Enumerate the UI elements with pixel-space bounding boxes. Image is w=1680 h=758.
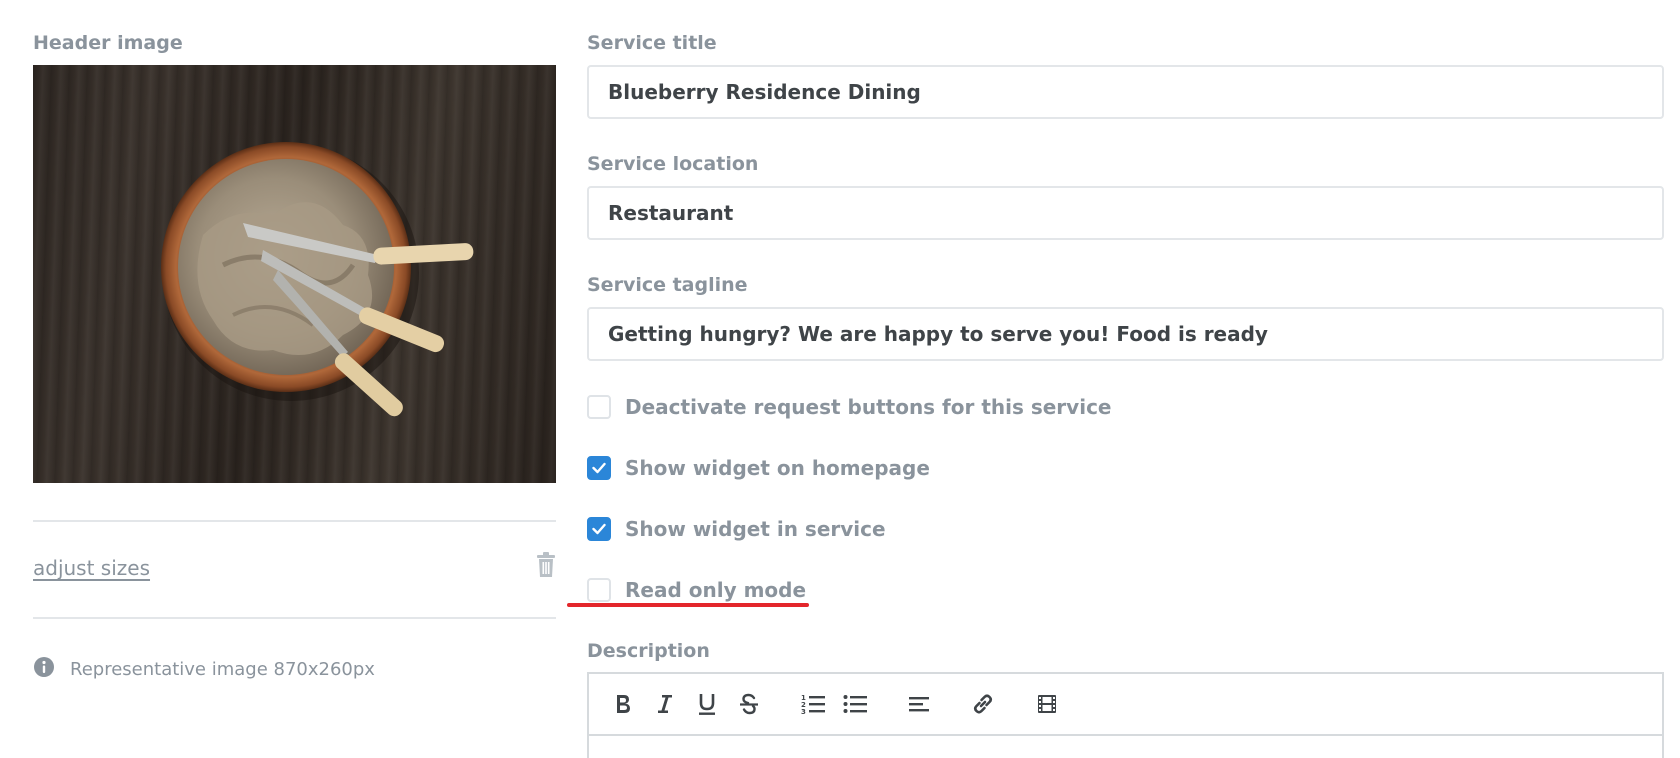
editor-toolbar: 123 [589, 674, 1662, 736]
align-left-icon[interactable] [905, 690, 933, 718]
show-widget-service-label: Show widget in service [625, 517, 886, 541]
service-location-input[interactable]: Restaurant [587, 186, 1664, 240]
service-form: Service title Blueberry Residence Dining… [567, 0, 1664, 758]
header-image-panel: Header image adjust sizes Representative… [33, 0, 556, 758]
show-widget-service-checkbox-row[interactable]: Show widget in service [587, 516, 886, 542]
svg-text:3: 3 [801, 708, 806, 715]
description-label: Description [587, 640, 710, 662]
deactivate-request-buttons-label: Deactivate request buttons for this serv… [625, 395, 1112, 419]
image-size-hint: Representative image 870x260px [70, 659, 375, 680]
strikethrough-icon[interactable] [735, 690, 763, 718]
show-widget-homepage-checkbox-row[interactable]: Show widget on homepage [587, 455, 930, 481]
bullet-list-icon[interactable] [841, 690, 869, 718]
video-icon[interactable] [1033, 690, 1061, 718]
read-only-mode-checkbox-row[interactable]: Read only mode [587, 577, 806, 603]
underline-icon[interactable] [693, 690, 721, 718]
header-image-label: Header image [33, 32, 183, 54]
bold-icon[interactable] [609, 690, 637, 718]
read-only-mode-checkbox[interactable] [587, 578, 611, 602]
divider-top [33, 520, 556, 522]
description-editor[interactable]: 123 [587, 672, 1664, 758]
show-widget-homepage-checkbox[interactable] [587, 456, 611, 480]
info-icon [33, 656, 55, 678]
show-widget-service-checkbox[interactable] [587, 517, 611, 541]
header-image[interactable] [33, 65, 556, 483]
italic-icon[interactable] [651, 690, 679, 718]
adjust-sizes-link[interactable]: adjust sizes [33, 556, 150, 580]
read-only-mode-label: Read only mode [625, 578, 807, 602]
deactivate-request-buttons-checkbox[interactable] [587, 395, 611, 419]
checkmark-icon [592, 523, 606, 535]
service-tagline-input[interactable]: Getting hungry? We are happy to serve yo… [587, 307, 1664, 361]
deactivate-request-buttons-checkbox-row[interactable]: Deactivate request buttons for this serv… [587, 394, 1111, 420]
show-widget-homepage-label: Show widget on homepage [625, 456, 930, 480]
trash-icon[interactable] [535, 552, 557, 578]
service-title-input[interactable]: Blueberry Residence Dining [587, 65, 1664, 119]
bowl-with-knives-illustration [161, 142, 474, 417]
service-location-label: Service location [587, 153, 759, 175]
service-title-label: Service title [587, 32, 717, 54]
highlight-underline [567, 603, 809, 607]
link-icon[interactable] [969, 690, 997, 718]
ordered-list-icon[interactable]: 123 [799, 690, 827, 718]
divider-bottom [33, 617, 556, 619]
service-tagline-label: Service tagline [587, 274, 748, 296]
checkmark-icon [592, 462, 606, 474]
